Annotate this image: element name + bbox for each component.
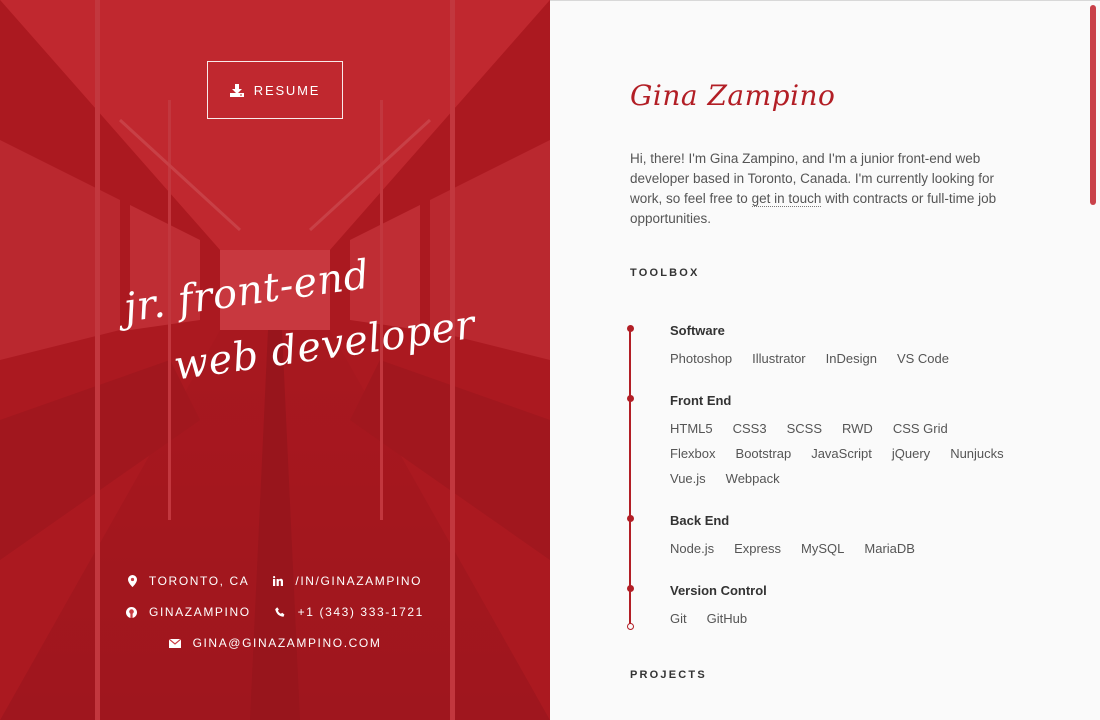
tool-tag: Bootstrap xyxy=(735,446,792,461)
tool-tag: Webpack xyxy=(725,471,780,486)
toolbox-software-tags: Photoshop Illustrator InDesign VS Code xyxy=(670,351,1010,367)
contact-location: TORONTO, CA xyxy=(127,574,250,588)
timeline-dot xyxy=(627,515,634,522)
contact-linkedin-link[interactable]: /IN/GINAZAMPINO xyxy=(273,574,422,588)
location-pin-icon xyxy=(127,575,137,587)
hero-section: RESUME jr. front-end web developer TORON… xyxy=(0,0,550,720)
scrollbar-thumb[interactable] xyxy=(1090,5,1096,205)
download-icon xyxy=(229,83,244,97)
contact-github-text: GINAZAMPINO xyxy=(149,605,251,619)
contact-phone-link[interactable]: +1 (343) 333-1721 xyxy=(274,605,424,619)
tool-tag: Illustrator xyxy=(752,351,806,366)
contact-email-link[interactable]: GINA@GINAZAMPINO.COM xyxy=(168,636,382,650)
get-in-touch-link[interactable]: get in touch xyxy=(751,191,822,207)
toolbox-group-back-end: Back End xyxy=(670,513,730,528)
timeline-dot xyxy=(627,325,634,332)
tool-tag: InDesign xyxy=(825,351,877,366)
contact-email-text: GINA@GINAZAMPINO.COM xyxy=(192,636,382,650)
tool-tag: Node.js xyxy=(670,541,715,556)
tool-tag: Vue.js xyxy=(670,471,706,486)
contact-github-link[interactable]: GINAZAMPINO xyxy=(126,605,251,619)
tool-tag: Flexbox xyxy=(670,446,716,461)
toolbox-heading: TOOLBOX xyxy=(630,267,700,279)
linkedin-icon xyxy=(273,576,284,586)
tool-tag: CSS3 xyxy=(732,421,767,436)
tool-tag: Photoshop xyxy=(670,351,733,366)
tool-tag: Git xyxy=(670,611,687,626)
tool-tag: jQuery xyxy=(891,446,931,461)
tool-tag: Express xyxy=(734,541,782,556)
about-panel: Gina Zampino Hi, there! I'm Gina Zampino… xyxy=(550,0,1100,720)
github-icon xyxy=(126,606,138,618)
timeline-dot xyxy=(627,395,634,402)
toolbox-group-version-control: Version Control xyxy=(670,583,767,598)
tool-tag: JavaScript xyxy=(811,446,872,461)
tool-tag: CSS Grid xyxy=(892,421,948,436)
intro-paragraph: Hi, there! I'm Gina Zampino, and I'm a j… xyxy=(630,149,1010,229)
tool-tag: VS Code xyxy=(896,351,949,366)
contact-phone-text: +1 (343) 333-1721 xyxy=(297,605,424,619)
contact-linkedin-text: /IN/GINAZAMPINO xyxy=(295,574,423,588)
phone-icon xyxy=(274,606,286,618)
resume-button-label: RESUME xyxy=(253,82,321,98)
envelope-icon xyxy=(168,638,181,648)
toolbox-front-end-tags: HTML5 CSS3 SCSS RWD CSS Grid Flexbox Bootstrap… xyxy=(670,421,1010,487)
tool-tag: GitHub xyxy=(706,611,748,626)
hero-tagline: jr. front-end web developer xyxy=(115,252,478,418)
tool-tag: MySQL xyxy=(801,541,845,556)
tool-tag: HTML5 xyxy=(670,421,713,436)
contact-location-text: TORONTO, CA xyxy=(148,574,250,588)
timeline-dot xyxy=(627,585,634,592)
toolbox-group-software: Software xyxy=(670,323,725,338)
timeline-line xyxy=(629,329,631,626)
tool-tag: MariaDB xyxy=(864,541,915,556)
toolbox-back-end-tags: Node.js Express MySQL MariaDB xyxy=(670,541,1010,557)
page-title-name: Gina Zampino xyxy=(630,79,836,112)
timeline-end-dot xyxy=(627,623,634,630)
tool-tag: RWD xyxy=(842,421,873,436)
resume-download-button[interactable]: RESUME xyxy=(207,61,343,119)
toolbox-group-front-end: Front End xyxy=(670,393,732,408)
tool-tag: SCSS xyxy=(786,421,822,436)
projects-heading: PROJECTS xyxy=(630,669,707,681)
toolbox-version-control-tags: Git GitHub xyxy=(670,611,1010,627)
tool-tag: Nunjucks xyxy=(950,446,1004,461)
